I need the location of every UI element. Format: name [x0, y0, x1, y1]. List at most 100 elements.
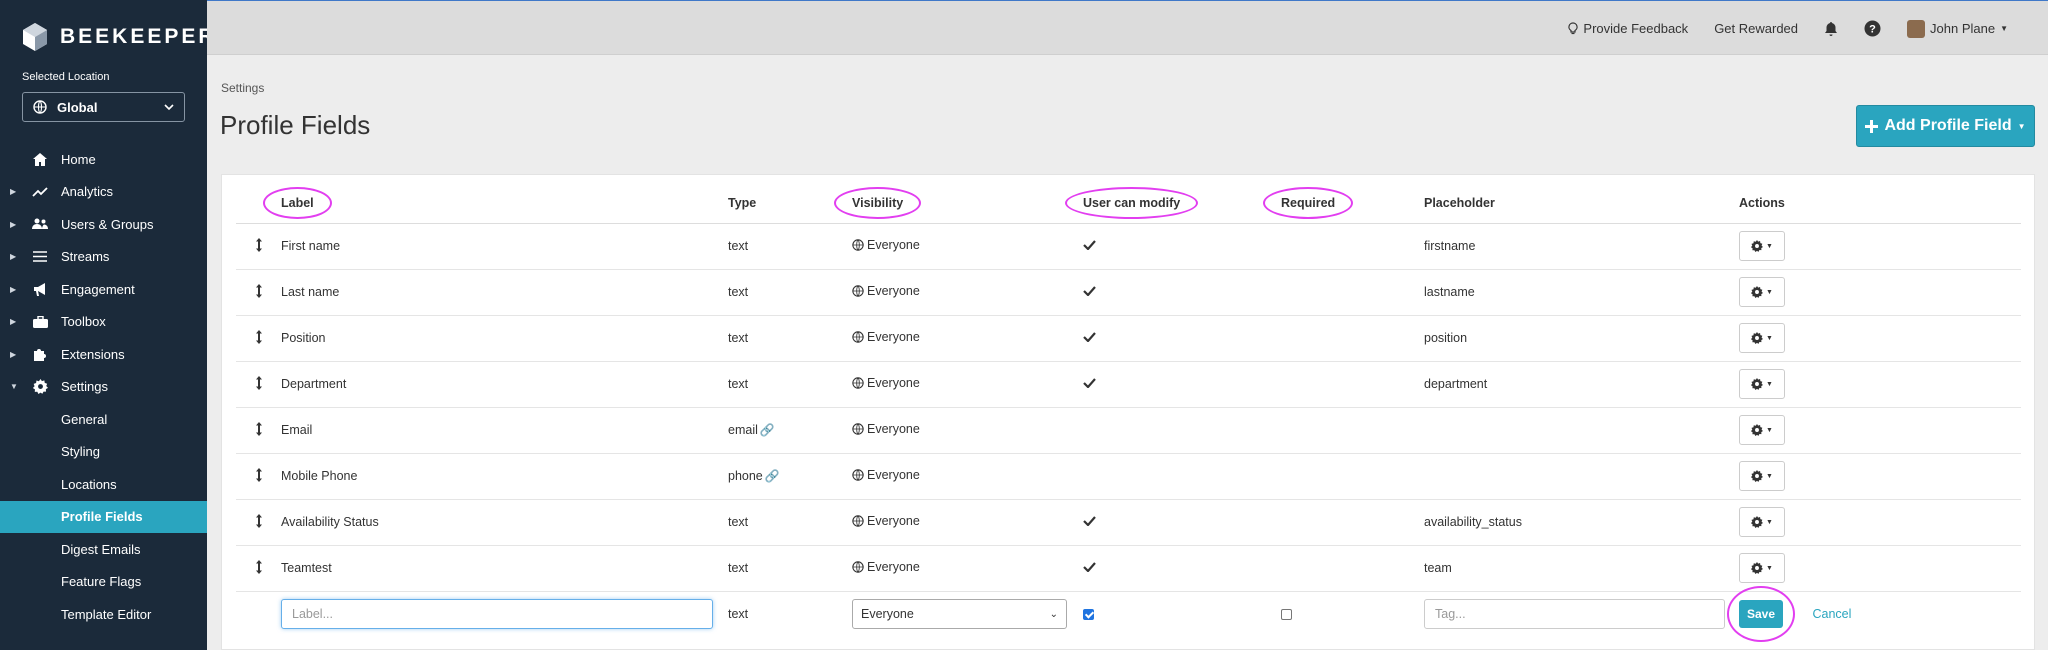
- breadcrumb[interactable]: Settings: [221, 81, 264, 95]
- sidebar-subitem-feature-flags[interactable]: Feature Flags: [0, 566, 207, 599]
- caret-down-icon: ▼: [1766, 518, 1773, 526]
- sidebar-item-home[interactable]: Home: [0, 143, 207, 176]
- profile-fields-panel: Label Type Visibility User can modify Re…: [221, 174, 2035, 650]
- field-placeholder: [1424, 407, 1739, 454]
- field-actions: ▼: [1739, 499, 2021, 546]
- link-icon: 🔗: [759, 423, 775, 437]
- field-type-text: text: [728, 377, 749, 391]
- svg-text:?: ?: [1869, 24, 1876, 36]
- sidebar-subitem-styling[interactable]: Styling: [0, 436, 207, 469]
- sidebar-item-label: Settings: [61, 379, 108, 395]
- sidebar-item-extensions[interactable]: ▶ Extensions: [0, 338, 207, 371]
- avatar: [1907, 19, 1926, 38]
- caret-down-icon: ▼: [1766, 564, 1773, 572]
- sidebar-item-users-groups[interactable]: ▶ Users & Groups: [0, 208, 207, 241]
- provide-feedback-link[interactable]: Provide Feedback: [1568, 21, 1688, 36]
- header-placeholder: Placeholder: [1424, 183, 1739, 224]
- field-required: [1281, 223, 1424, 270]
- beekeeper-logo-icon: [23, 23, 47, 51]
- new-label-input[interactable]: [281, 599, 713, 630]
- drag-handle-icon[interactable]: [236, 315, 281, 362]
- sidebar-subitem-template-editor[interactable]: Template Editor: [0, 598, 207, 631]
- add-profile-field-button[interactable]: Add Profile Field ▼: [1856, 105, 2035, 147]
- check-icon: [1083, 378, 1096, 389]
- row-actions-button[interactable]: ▼: [1739, 277, 1785, 307]
- user-menu[interactable]: John Plane ▼: [1907, 19, 2008, 38]
- cancel-link[interactable]: Cancel: [1812, 607, 1851, 621]
- page-title: Profile Fields: [220, 110, 371, 140]
- visibility-select[interactable]: Everyone ⌄: [852, 599, 1067, 630]
- drag-handle-icon[interactable]: [236, 223, 281, 270]
- header-visibility: Visibility: [833, 183, 1083, 224]
- table-header-row: Label Type Visibility User can modify Re…: [236, 183, 2021, 224]
- brand[interactable]: BEEKEEPER: [22, 22, 217, 52]
- sidebar-subitem-digest-emails[interactable]: Digest Emails: [0, 533, 207, 566]
- profile-fields-table: Label Type Visibility User can modify Re…: [236, 183, 2021, 643]
- globe-icon: [852, 423, 864, 435]
- sidebar-item-label: Analytics: [61, 184, 114, 200]
- drag-handle-icon[interactable]: [236, 499, 281, 546]
- row-actions-button[interactable]: ▼: [1739, 323, 1785, 353]
- field-visibility-text: Everyone: [867, 422, 920, 436]
- caret-right-icon: ▶: [10, 187, 17, 197]
- save-button[interactable]: Save: [1727, 586, 1795, 643]
- sidebar-item-analytics[interactable]: ▶ Analytics: [0, 176, 207, 209]
- field-placeholder: firstname: [1424, 223, 1739, 270]
- field-label: First name: [281, 223, 728, 270]
- required-checkbox[interactable]: [1281, 609, 1292, 621]
- field-required: [1281, 269, 1424, 316]
- user-can-modify-checkbox[interactable]: [1083, 609, 1094, 621]
- globe-icon: [852, 331, 864, 343]
- sidebar-nav: Home ▶ Analytics ▶ Users & Groups ▶ Stre…: [0, 143, 207, 631]
- sidebar-subitem-general[interactable]: General: [0, 403, 207, 436]
- gear-icon: [1751, 562, 1764, 574]
- field-label: Mobile Phone: [281, 453, 728, 500]
- sidebar-item-settings[interactable]: ▼ Settings: [0, 371, 207, 404]
- gear-icon: [1751, 516, 1764, 528]
- help-button[interactable]: ?: [1864, 20, 1881, 37]
- caret-right-icon: ▶: [10, 284, 17, 294]
- drag-handle-icon[interactable]: [236, 361, 281, 408]
- field-type: phone 🔗: [728, 453, 852, 500]
- megaphone-icon: [32, 281, 48, 297]
- row-actions-button[interactable]: ▼: [1739, 507, 1785, 537]
- field-user-can-modify: [1083, 269, 1281, 316]
- field-label: Department: [281, 361, 728, 408]
- location-select[interactable]: Global: [22, 92, 185, 122]
- field-type-text: text: [728, 239, 749, 253]
- field-visibility: Everyone: [852, 361, 1083, 408]
- sidebar-item-toolbox[interactable]: ▶ Toolbox: [0, 306, 207, 339]
- tag-input[interactable]: [1424, 599, 1725, 630]
- drag-handle-icon[interactable]: [236, 269, 281, 316]
- row-actions-button[interactable]: ▼: [1739, 415, 1785, 445]
- field-label: Availability Status: [281, 499, 728, 546]
- notifications-button[interactable]: [1824, 21, 1838, 37]
- plus-icon: [1865, 119, 1879, 133]
- field-required: [1281, 361, 1424, 408]
- sidebar-item-engagement[interactable]: ▶ Engagement: [0, 273, 207, 306]
- caret-right-icon: ▶: [10, 349, 17, 359]
- sidebar-subitem-locations[interactable]: Locations: [0, 468, 207, 501]
- globe-icon: [852, 515, 864, 527]
- drag-handle-icon[interactable]: [236, 453, 281, 500]
- sidebar-item-streams[interactable]: ▶ Streams: [0, 241, 207, 274]
- field-user-can-modify: [1083, 453, 1281, 500]
- row-actions-button[interactable]: ▼: [1739, 231, 1785, 261]
- field-visibility: Everyone: [852, 453, 1083, 500]
- field-visibility: Everyone: [852, 545, 1083, 592]
- field-visibility-text: Everyone: [867, 560, 920, 574]
- gear-icon: [32, 379, 48, 395]
- row-actions-button[interactable]: ▼: [1739, 461, 1785, 491]
- row-actions-button[interactable]: ▼: [1739, 553, 1785, 583]
- field-placeholder: team: [1424, 545, 1739, 592]
- top-bar: Provide Feedback Get Rewarded ? John Pla…: [207, 0, 2048, 55]
- header-user-can-modify: User can modify: [1064, 183, 1281, 224]
- drag-handle-icon[interactable]: [236, 545, 281, 592]
- get-rewarded-link[interactable]: Get Rewarded: [1714, 21, 1798, 36]
- field-placeholder: [1424, 453, 1739, 500]
- drag-handle-icon[interactable]: [236, 407, 281, 454]
- sidebar-subitem-profile-fields[interactable]: Profile Fields: [0, 500, 207, 533]
- field-required: [1281, 545, 1424, 592]
- sidebar-item-label: Home: [61, 151, 96, 167]
- row-actions-button[interactable]: ▼: [1739, 369, 1785, 399]
